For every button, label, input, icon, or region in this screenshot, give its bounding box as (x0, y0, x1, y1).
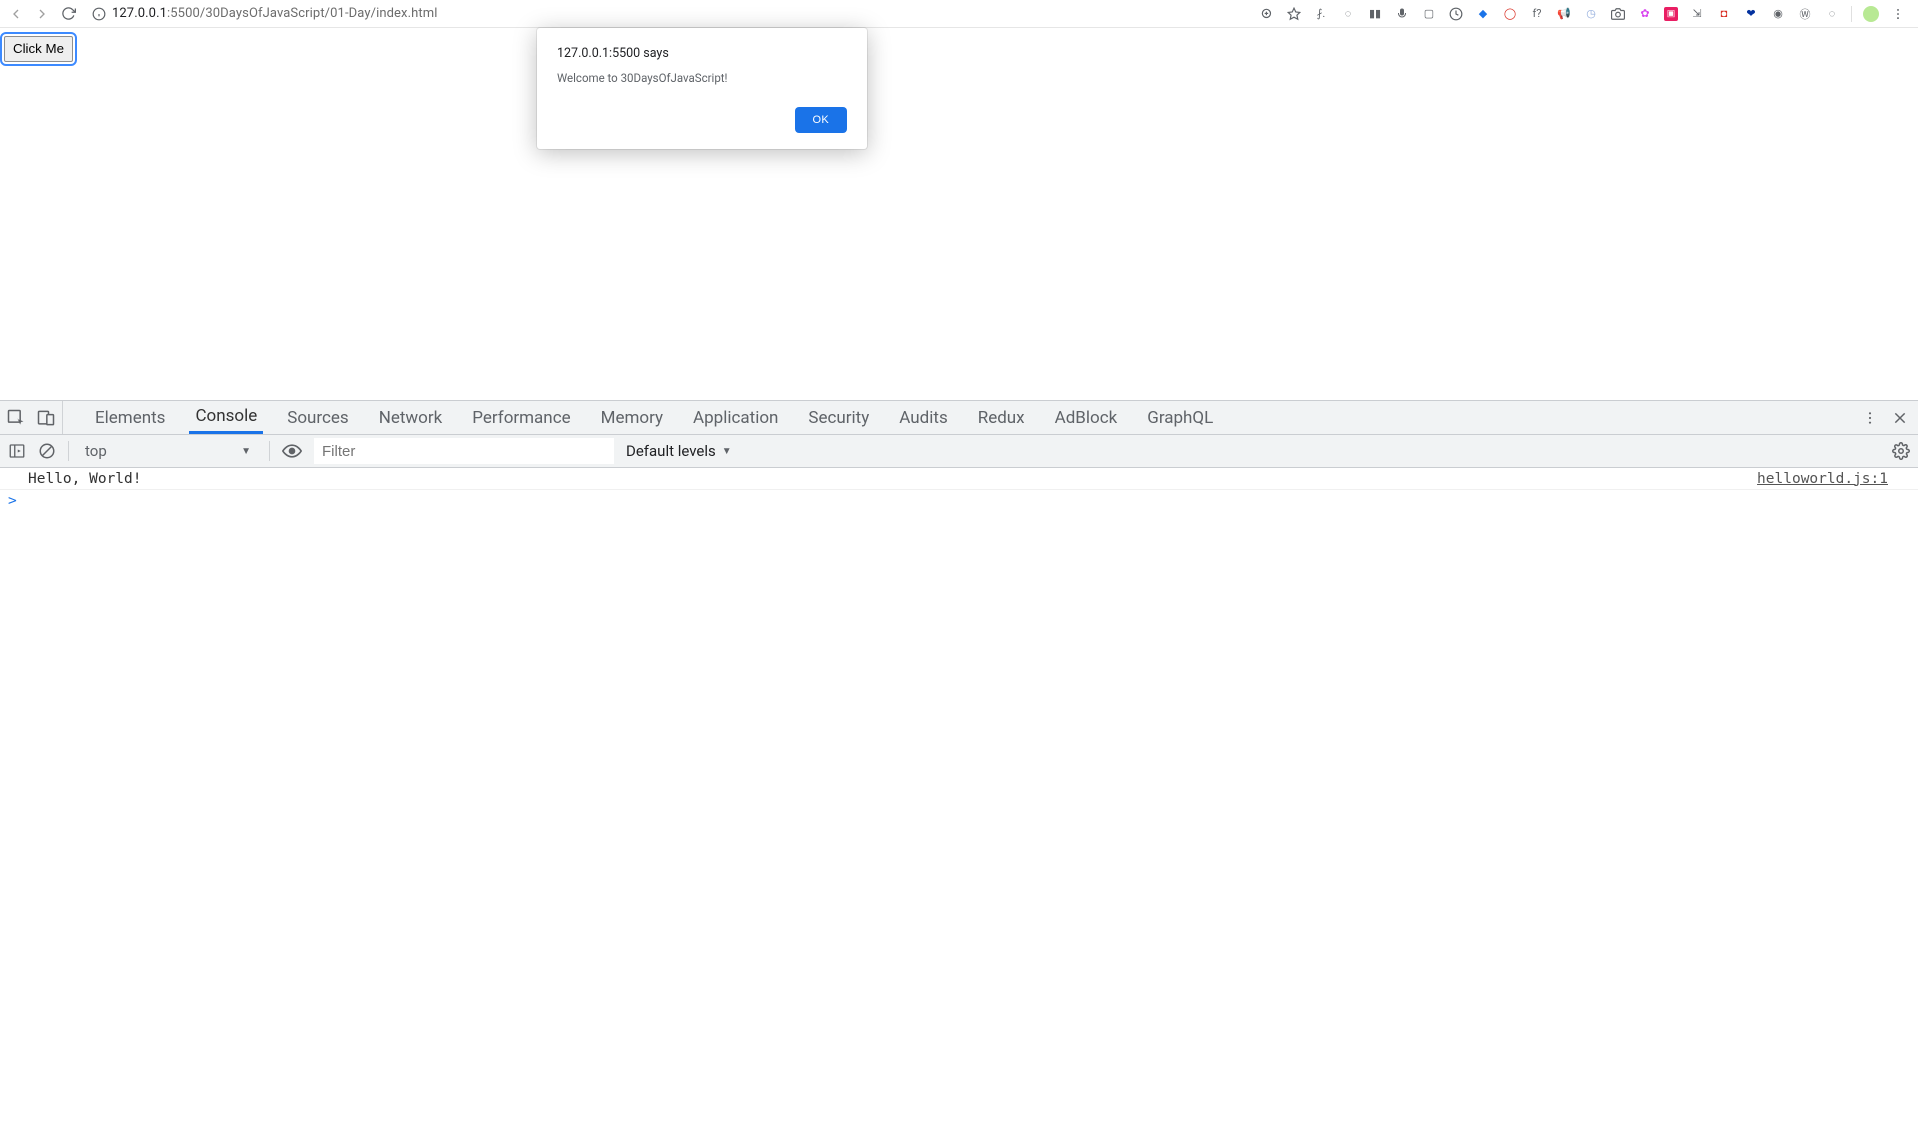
bookmark-star-icon[interactable] (1286, 6, 1302, 22)
extension-icon[interactable]: ▣ (1664, 7, 1678, 21)
console-output: Hello, World! helloworld.js:1 > (0, 468, 1918, 1146)
url-text: 127.0.0.1:5500/30DaysOfJavaScript/01-Day… (112, 6, 437, 21)
forward-button[interactable] (34, 6, 50, 22)
tab-redux[interactable]: Redux (972, 401, 1031, 434)
tab-audits[interactable]: Audits (893, 401, 953, 434)
execution-context-select[interactable]: top ▼ (81, 439, 257, 463)
device-toolbar-icon[interactable] (36, 408, 56, 428)
extension-icon[interactable]: ◌ (1340, 6, 1356, 22)
extension-icon[interactable]: ▮▮ (1367, 6, 1383, 22)
extension-icon[interactable]: ◷ (1583, 6, 1599, 22)
site-info-icon[interactable] (92, 7, 106, 21)
extension-icon[interactable]: Ⓦ (1797, 6, 1813, 22)
click-me-button[interactable]: Click Me (4, 36, 73, 62)
extension-icon[interactable]: ◉ (1770, 6, 1786, 22)
extension-icon[interactable]: ◌ (1824, 6, 1840, 22)
dropdown-triangle-icon: ▼ (241, 446, 251, 457)
devtools-tab-bar: Elements Console Sources Network Perform… (0, 401, 1918, 435)
console-toolbar: top ▼ Default levels ▼ (0, 435, 1918, 468)
console-sidebar-toggle-icon[interactable] (8, 442, 26, 460)
extension-icon[interactable]: ✿ (1637, 6, 1653, 22)
alert-title: 127.0.0.1:5500 says (557, 46, 847, 61)
toolbar-right: ⨏. ◌ ▮▮ ▢ ◆ ◯ f? 📢 ◷ ✿ ▣ ⇲ ◘ ❤ ◉ Ⓦ ◌ (1259, 6, 1910, 22)
extension-icon[interactable]: 📢 (1556, 6, 1572, 22)
separator (269, 441, 270, 461)
url-host: 127.0.0.1 (112, 6, 167, 21)
profile-avatar-icon[interactable] (1863, 6, 1879, 22)
back-button[interactable] (8, 6, 24, 22)
console-filter-input[interactable] (314, 438, 614, 464)
js-alert-dialog: 127.0.0.1:5500 says Welcome to 30DaysOfJ… (537, 28, 867, 149)
page-viewport: Click Me 127.0.0.1:5500 says Welcome to … (0, 28, 1918, 400)
log-level-label: Default levels (626, 442, 716, 460)
address-bar[interactable]: 127.0.0.1:5500/30DaysOfJavaScript/01-Day… (86, 6, 1249, 21)
console-prompt[interactable]: > (0, 490, 1918, 512)
tab-console[interactable]: Console (189, 401, 263, 434)
browser-toolbar: 127.0.0.1:5500/30DaysOfJavaScript/01-Day… (0, 0, 1918, 28)
inspect-element-icon[interactable] (6, 408, 26, 428)
prompt-caret-icon: > (8, 493, 17, 509)
extension-icon[interactable]: f? (1529, 6, 1545, 22)
extension-icon[interactable]: ⇲ (1689, 6, 1705, 22)
alert-actions: OK (557, 107, 847, 133)
devtools-menu-icon[interactable] (1862, 410, 1878, 426)
extension-icon[interactable]: ⨏. (1313, 6, 1329, 22)
devtools-panel: Elements Console Sources Network Perform… (0, 400, 1918, 1146)
console-row[interactable]: Hello, World! helloworld.js:1 (0, 468, 1918, 490)
url-path: :5500/30DaysOfJavaScript/01-Day/index.ht… (167, 6, 437, 21)
extension-icon[interactable] (1610, 6, 1626, 22)
chrome-menu-icon[interactable] (1890, 6, 1906, 22)
log-level-select[interactable]: Default levels ▼ (626, 442, 732, 460)
console-source-link[interactable]: helloworld.js:1 (1757, 471, 1906, 487)
separator (68, 441, 69, 461)
tab-security[interactable]: Security (802, 401, 875, 434)
console-message: Hello, World! (28, 471, 1757, 487)
tab-sources[interactable]: Sources (281, 401, 354, 434)
extension-icon[interactable] (1394, 6, 1410, 22)
tab-memory[interactable]: Memory (595, 401, 669, 434)
tab-application[interactable]: Application (687, 401, 784, 434)
tab-performance[interactable]: Performance (466, 401, 576, 434)
reload-button[interactable] (60, 6, 76, 22)
zoom-icon[interactable] (1259, 6, 1275, 22)
alert-ok-button[interactable]: OK (795, 107, 848, 133)
tab-elements[interactable]: Elements (89, 401, 171, 434)
extension-icon[interactable] (1448, 6, 1464, 22)
console-settings-gear-icon[interactable] (1892, 442, 1910, 460)
dropdown-triangle-icon: ▼ (722, 446, 732, 457)
tab-network[interactable]: Network (373, 401, 449, 434)
alert-message: Welcome to 30DaysOfJavaScript! (557, 71, 847, 85)
extension-icon[interactable]: ◘ (1716, 6, 1732, 22)
live-expression-eye-icon[interactable] (282, 441, 302, 461)
extension-icon[interactable]: ◆ (1475, 6, 1491, 22)
devtools-close-icon[interactable] (1892, 410, 1908, 426)
clear-console-icon[interactable] (38, 442, 56, 460)
separator (1851, 6, 1852, 22)
extension-icon[interactable]: ▢ (1421, 6, 1437, 22)
tab-adblock[interactable]: AdBlock (1049, 401, 1124, 434)
tab-graphql[interactable]: GraphQL (1141, 401, 1219, 434)
extension-icon[interactable]: ◯ (1502, 6, 1518, 22)
context-label: top (85, 442, 107, 460)
extension-icon[interactable]: ❤ (1743, 6, 1759, 22)
